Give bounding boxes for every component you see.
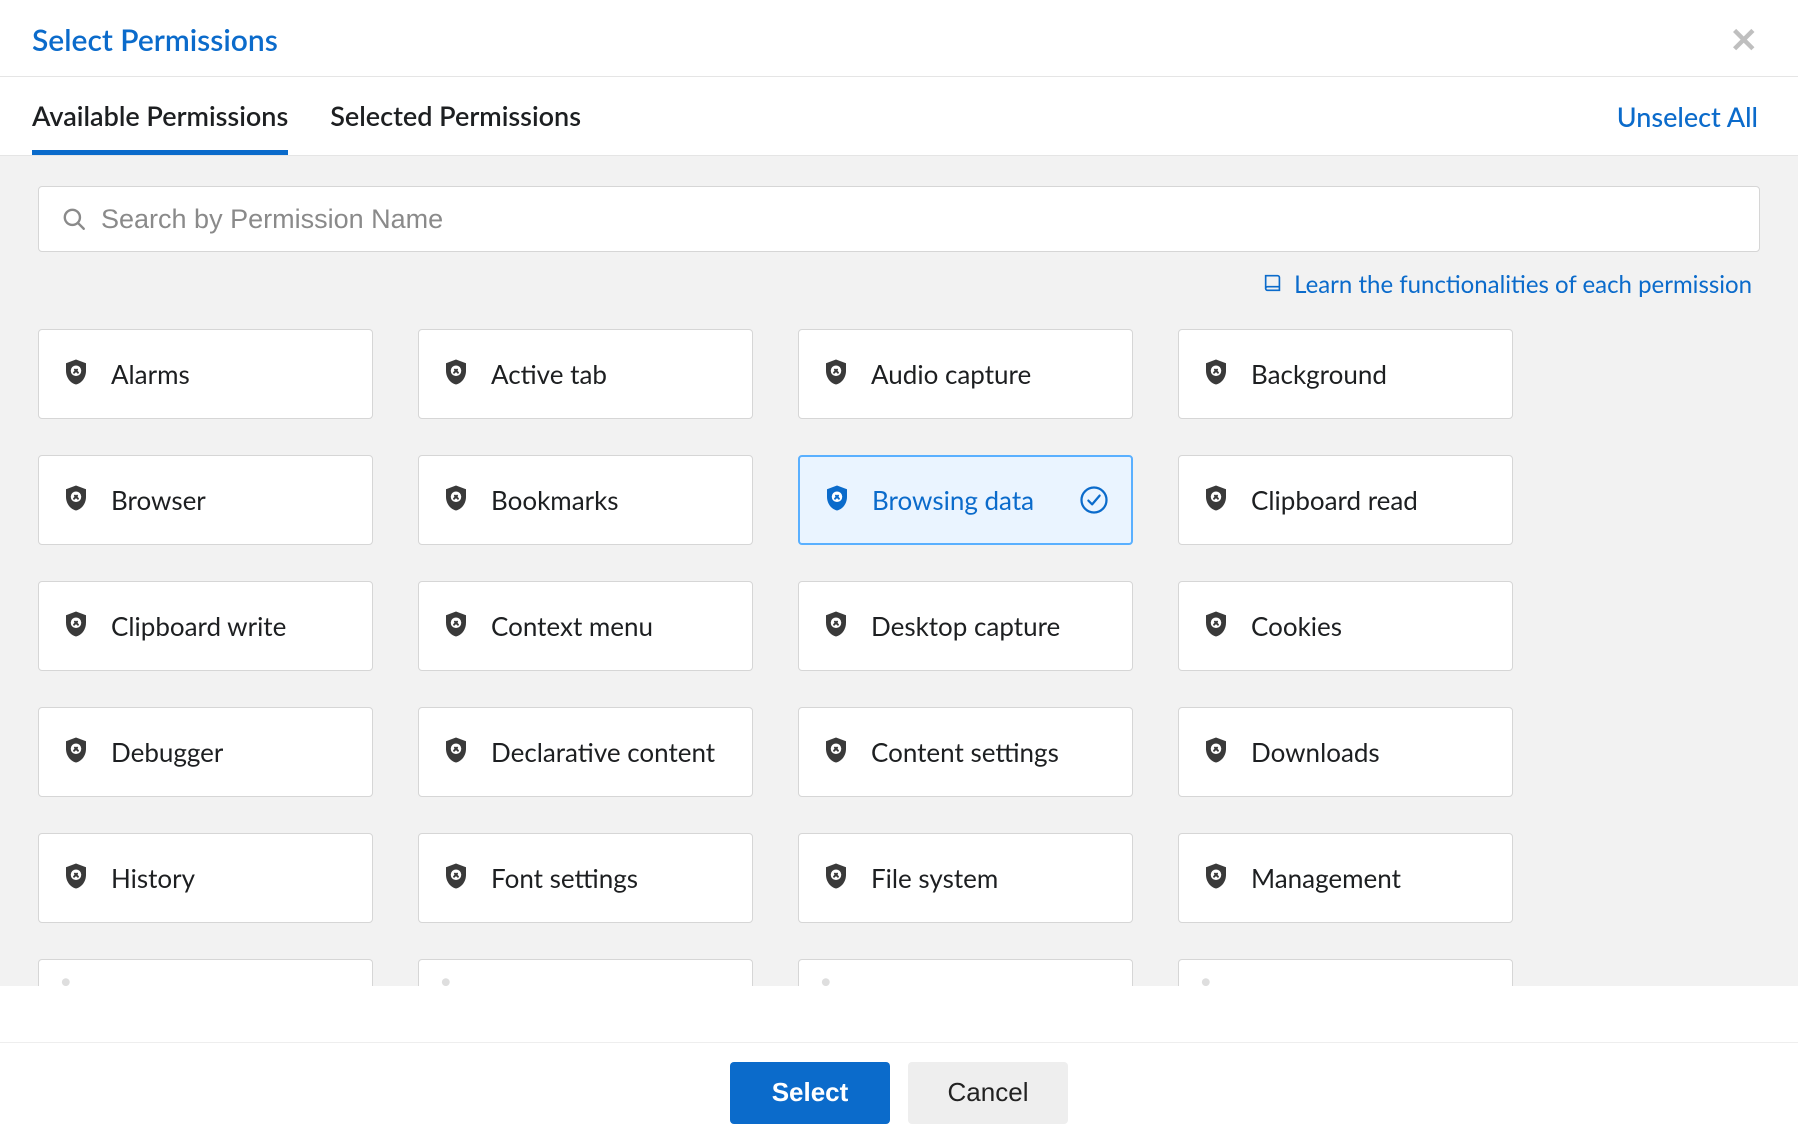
shield-icon bbox=[441, 734, 471, 770]
shield-icon bbox=[822, 482, 852, 518]
book-icon bbox=[1262, 271, 1284, 299]
shield-icon bbox=[1201, 608, 1231, 644]
shield-icon bbox=[1201, 356, 1231, 392]
permission-card[interactable]: Declarative content bbox=[418, 707, 753, 797]
permission-label: Active tab bbox=[491, 358, 607, 390]
tab-selected-permissions[interactable]: Selected Permissions bbox=[330, 77, 581, 155]
permission-card[interactable]: Browsing data bbox=[798, 455, 1133, 545]
permission-label: Downloads bbox=[1251, 736, 1380, 768]
permission-card[interactable]: ●. bbox=[1178, 959, 1513, 986]
shield-icon bbox=[1201, 734, 1231, 770]
permission-label: Font settings bbox=[491, 862, 638, 894]
permission-card[interactable]: Font settings bbox=[418, 833, 753, 923]
permission-card[interactable]: Clipboard read bbox=[1178, 455, 1513, 545]
permission-label: Management bbox=[1251, 862, 1401, 894]
permission-card[interactable]: Clipboard write bbox=[38, 581, 373, 671]
permission-label: Context menu bbox=[491, 610, 653, 642]
body-area: Learn the functionalities of each permis… bbox=[0, 156, 1798, 986]
permission-card[interactable]: Cookies bbox=[1178, 581, 1513, 671]
shield-icon: ● bbox=[1201, 972, 1211, 986]
shield-icon bbox=[61, 734, 91, 770]
permission-card[interactable]: ●. bbox=[418, 959, 753, 986]
tabs: Available Permissions Selected Permissio… bbox=[32, 77, 581, 155]
modal-title: Select Permissions bbox=[32, 22, 278, 58]
check-circle-icon bbox=[1079, 485, 1109, 515]
shield-icon bbox=[441, 860, 471, 896]
permission-card[interactable]: Audio capture bbox=[798, 329, 1133, 419]
permission-label: Debugger bbox=[111, 736, 223, 768]
permissions-grid: Alarms Active tab Audio capture Backgrou… bbox=[38, 329, 1760, 923]
permission-label: Content settings bbox=[871, 736, 1059, 768]
permission-card[interactable]: Desktop capture bbox=[798, 581, 1133, 671]
permission-card[interactable]: Alarms bbox=[38, 329, 373, 419]
tabs-row: Available Permissions Selected Permissio… bbox=[0, 77, 1798, 156]
search-icon bbox=[61, 206, 87, 232]
select-button[interactable]: Select bbox=[730, 1062, 890, 1124]
permission-card[interactable]: History bbox=[38, 833, 373, 923]
shield-icon bbox=[441, 608, 471, 644]
permission-card[interactable]: Context menu bbox=[418, 581, 753, 671]
shield-icon bbox=[61, 356, 91, 392]
shield-icon bbox=[61, 482, 91, 518]
close-icon[interactable]: ✕ bbox=[1730, 23, 1759, 57]
search-input[interactable] bbox=[101, 204, 1737, 235]
permission-card[interactable]: Browser bbox=[38, 455, 373, 545]
shield-icon bbox=[61, 608, 91, 644]
cancel-button[interactable]: Cancel bbox=[908, 1062, 1068, 1124]
permission-card[interactable]: Debugger bbox=[38, 707, 373, 797]
permission-card[interactable]: Active tab bbox=[418, 329, 753, 419]
shield-icon: ● bbox=[61, 972, 71, 986]
permission-label: Browsing data bbox=[872, 484, 1034, 516]
permission-card[interactable]: ●. bbox=[38, 959, 373, 986]
unselect-all-link[interactable]: Unselect All bbox=[1617, 100, 1758, 133]
shield-icon bbox=[1201, 482, 1231, 518]
permission-label: Browser bbox=[111, 484, 206, 516]
permission-card[interactable]: Downloads bbox=[1178, 707, 1513, 797]
shield-icon bbox=[61, 860, 91, 896]
permissions-grid-partial: ●. ●. ●. ●. bbox=[38, 959, 1760, 986]
search-field[interactable] bbox=[38, 186, 1760, 252]
permission-card[interactable]: ●. bbox=[798, 959, 1133, 986]
tab-available-permissions[interactable]: Available Permissions bbox=[32, 77, 288, 155]
permission-label: Alarms bbox=[111, 358, 190, 390]
permission-card[interactable]: File system bbox=[798, 833, 1133, 923]
permission-label: File system bbox=[871, 862, 998, 894]
learn-permissions-link[interactable]: Learn the functionalities of each permis… bbox=[1294, 270, 1752, 299]
shield-icon bbox=[441, 482, 471, 518]
shield-icon bbox=[821, 608, 851, 644]
permission-card[interactable]: Management bbox=[1178, 833, 1513, 923]
permission-label: Clipboard read bbox=[1251, 484, 1418, 516]
permission-label: Clipboard write bbox=[111, 610, 286, 642]
shield-icon bbox=[1201, 860, 1231, 896]
permission-label: Desktop capture bbox=[871, 610, 1060, 642]
learn-row: Learn the functionalities of each permis… bbox=[38, 270, 1752, 299]
shield-icon bbox=[821, 860, 851, 896]
permission-label: Background bbox=[1251, 358, 1387, 390]
permission-card[interactable]: Content settings bbox=[798, 707, 1133, 797]
permission-label: History bbox=[111, 862, 195, 894]
modal-footer: Select Cancel bbox=[0, 1042, 1798, 1142]
shield-icon bbox=[821, 734, 851, 770]
permission-label: Bookmarks bbox=[491, 484, 619, 516]
permission-card[interactable]: Bookmarks bbox=[418, 455, 753, 545]
shield-icon: ● bbox=[441, 972, 451, 986]
shield-icon bbox=[441, 356, 471, 392]
permission-label: Declarative content bbox=[491, 736, 715, 768]
permission-label: Cookies bbox=[1251, 610, 1342, 642]
permission-label: Audio capture bbox=[871, 358, 1031, 390]
permission-card[interactable]: Background bbox=[1178, 329, 1513, 419]
shield-icon bbox=[821, 356, 851, 392]
modal-header: Select Permissions ✕ bbox=[0, 0, 1798, 77]
shield-icon: ● bbox=[821, 972, 831, 986]
